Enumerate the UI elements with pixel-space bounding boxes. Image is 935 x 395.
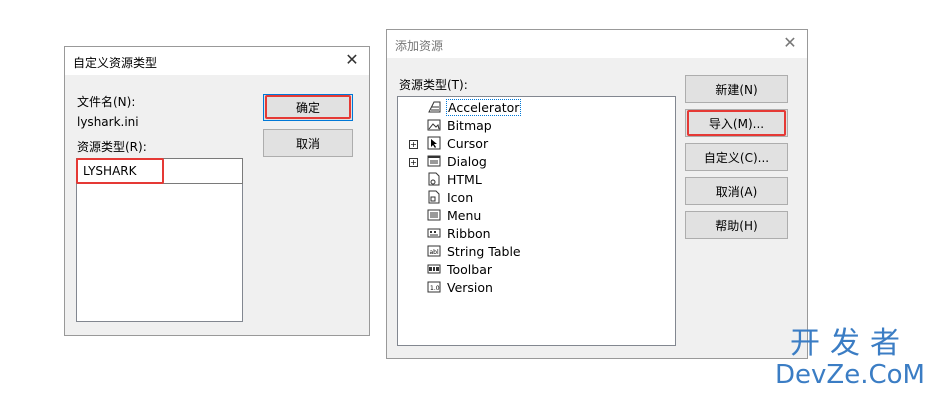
tree-item-string-table[interactable]: abl String Table [426,242,522,260]
dialog-title: 自定义资源类型 [73,56,158,70]
tree-item-menu[interactable]: Menu [426,206,482,224]
tree-item-label: Bitmap [447,117,492,133]
custom-button-label: 自定义(C)... [703,150,770,165]
tree-item-dialog[interactable]: Dialog [426,152,488,170]
new-button-label: 新建(N) [715,82,758,97]
cancel-button-label: 取消(A) [715,184,758,199]
svg-text:abl: abl [430,249,439,256]
add-resource-dialog: 添加资源 ✕ 资源类型(T): + + Accelerator Bitmap C… [386,29,808,359]
resource-type-label: 资源类型(R): [77,140,147,154]
tree-item-toolbar[interactable]: Toolbar [426,260,493,278]
help-button[interactable]: 帮助(H) [685,211,788,239]
tree-item-html[interactable]: HTML [426,170,483,188]
html-icon [426,171,442,187]
tree-item-cursor[interactable]: Cursor [426,134,489,152]
watermark-en: DevZe.CoM [775,360,925,390]
watermark: 开发者 DevZe.CoM [775,326,925,390]
version-icon: 1.0 [426,279,442,295]
dialog-icon [426,153,442,169]
import-button[interactable]: 导入(M)... [685,109,788,137]
tree-item-label: Dialog [447,153,487,169]
filename-label: 文件名(N): [77,95,136,109]
title-bar: 添加资源 ✕ [387,30,807,58]
resource-type-label: 资源类型(T): [399,78,468,92]
title-bar: 自定义资源类型 ✕ [65,47,369,75]
accelerator-icon [426,99,442,115]
icon-resource-icon [426,189,442,205]
custom-button[interactable]: 自定义(C)... [685,143,788,171]
tree-item-label: Icon [447,189,474,205]
bitmap-icon [426,117,442,133]
new-button[interactable]: 新建(N) [685,75,788,103]
tree-item-accelerator[interactable]: Accelerator [426,98,522,116]
tree-item-label: Accelerator [446,98,522,116]
ok-button[interactable]: 确定 [263,94,353,121]
close-icon[interactable]: ✕ [781,34,799,52]
tree-item-label: Menu [447,207,482,223]
tree-item-ribbon[interactable]: Ribbon [426,224,492,242]
custom-resource-type-dialog: 自定义资源类型 ✕ 文件名(N): lyshark.ini 资源类型(R): L… [64,46,370,336]
tree-item-label: Cursor [447,135,489,151]
expand-dialog-icon[interactable]: + [409,158,418,167]
tree-item-label: Version [447,279,493,295]
cancel-button[interactable]: 取消(A) [685,177,788,205]
menu-icon [426,207,442,223]
resource-type-input-value: LYSHARK [83,164,137,178]
expand-cursor-icon[interactable]: + [409,140,418,149]
tree-item-label: HTML [447,171,482,187]
filename-value: lyshark.ini [77,115,139,129]
string-table-icon: abl [426,243,442,259]
resource-type-input[interactable]: LYSHARK [76,158,243,184]
cancel-button[interactable]: 取消 [263,129,353,157]
import-button-label: 导入(M)... [708,116,765,131]
cancel-button-label: 取消 [295,136,320,151]
dialog-title: 添加资源 [395,39,444,53]
watermark-cn: 开发者 [790,326,910,361]
cursor-icon [426,135,442,151]
help-button-label: 帮助(H) [715,218,758,233]
ribbon-icon [426,225,442,241]
toolbar-icon [426,261,442,277]
close-icon[interactable]: ✕ [343,51,361,69]
tree-item-label: String Table [447,243,521,259]
resource-type-list[interactable] [76,184,243,322]
svg-text:1.0: 1.0 [430,285,440,292]
ok-button-label: 确定 [295,101,320,115]
tree-item-version[interactable]: 1.0 Version [426,278,494,296]
tree-item-icon[interactable]: Icon [426,188,474,206]
resource-type-tree[interactable]: + + Accelerator Bitmap Cursor Dialog HTM… [397,96,676,346]
tree-item-label: Ribbon [447,225,491,241]
tree-item-label: Toolbar [447,261,493,277]
tree-item-bitmap[interactable]: Bitmap [426,116,493,134]
